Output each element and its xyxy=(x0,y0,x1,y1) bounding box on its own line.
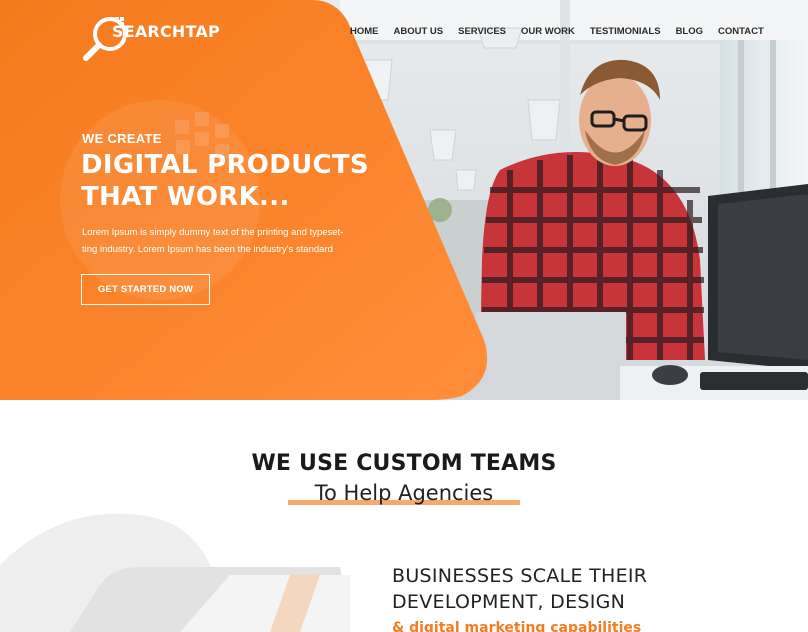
nav-item-our-work[interactable]: OUR WORK xyxy=(521,26,575,37)
decorative-shapes xyxy=(0,513,350,632)
main-nav: HOME ABOUT US SERVICES OUR WORK TESTIMON… xyxy=(350,26,764,37)
hero-headline: DIGITAL PRODUCTS THAT WORK... xyxy=(81,149,369,213)
hero-text-line1: Lorem Ipsum is simply dummy text of the … xyxy=(82,227,344,238)
hero-headline-line1: DIGITAL PRODUCTS xyxy=(81,150,369,180)
nav-item-about-us[interactable]: ABOUT US xyxy=(394,26,444,37)
business-line2: DEVELOPMENT, DESIGN xyxy=(392,591,626,613)
hero-headline-line2: THAT WORK... xyxy=(81,182,290,212)
section-title: WE USE CUSTOM TEAMS xyxy=(251,451,557,476)
hero-section: SEARCHTAP HOME ABOUT US SERVICES OUR WOR… xyxy=(0,0,808,400)
nav-item-home[interactable]: HOME xyxy=(350,26,379,37)
get-started-button[interactable]: GET STARTED NOW xyxy=(81,274,210,305)
business-heading: BUSINESSES SCALE THEIR DEVELOPMENT, DESI… xyxy=(392,563,647,615)
hero-text-line2: ting industry. Lorem Ipsum has been the … xyxy=(82,244,333,255)
nav-item-services[interactable]: SERVICES xyxy=(458,26,506,37)
nav-item-blog[interactable]: BLOG xyxy=(676,26,703,37)
business-line3: & digital marketing capabilities xyxy=(392,620,642,632)
brand-name[interactable]: SEARCHTAP xyxy=(112,22,220,41)
nav-item-contact[interactable]: CONTACT xyxy=(718,26,764,37)
nav-item-testimonials[interactable]: TESTIMONIALS xyxy=(590,26,661,37)
business-line1: BUSINESSES SCALE THEIR xyxy=(392,565,648,587)
section-subtitle: To Help Agencies xyxy=(314,481,494,505)
hero-description: Lorem Ipsum is simply dummy text of the … xyxy=(82,224,382,258)
hero-eyebrow: WE CREATE xyxy=(82,131,162,146)
